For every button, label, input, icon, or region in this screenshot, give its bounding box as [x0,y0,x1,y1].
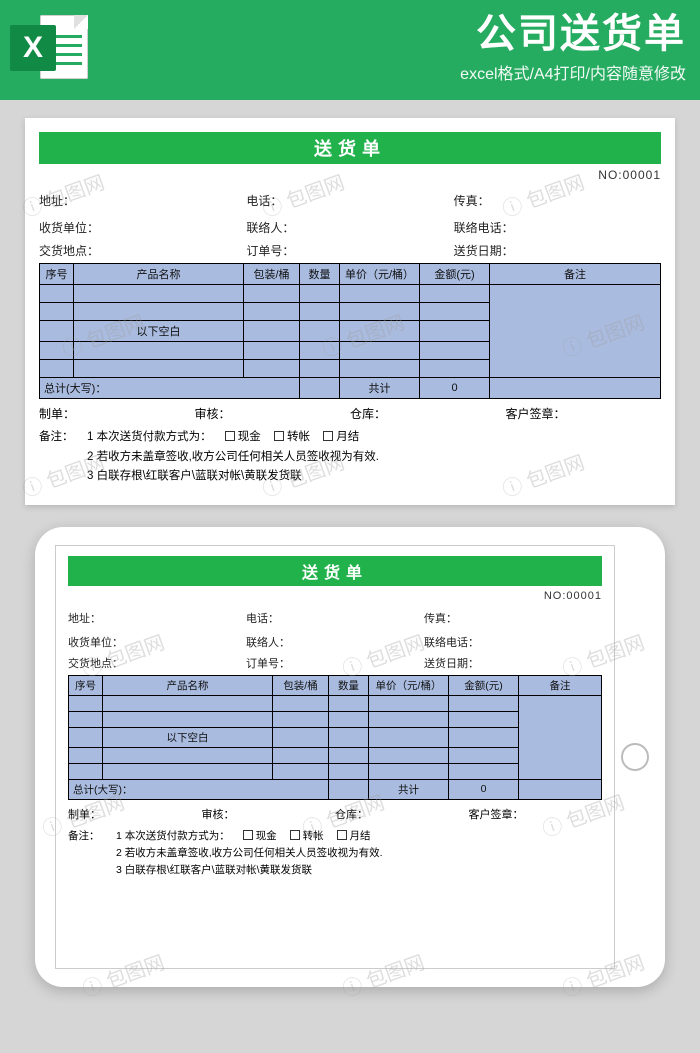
field-deliver-loc: 交货地点： [39,242,246,259]
col-price: 单价（元/桶） [340,264,420,285]
col-qty: 数量 [300,264,340,285]
sig-warehouse: 仓库： [350,405,506,422]
table-row [40,285,661,303]
info-row-3: 交货地点： 订单号： 送货日期： [39,242,661,259]
items-table: 序号 产品名称 包装/桶 数量 单价（元/桶） 金额(元) 备注 以下空白 总计… [39,263,661,399]
checkbox-transfer-icon [290,830,300,840]
doc-number: NO:00001 [68,590,602,602]
checkbox-monthly-icon [323,431,333,441]
doc-title: 送货单 [68,556,602,586]
opt-cash: 现金 [238,431,261,443]
total-value: 0 [420,378,490,399]
table-header-row: 序号 产品名称 包装/桶 数量 单价（元/桶） 金额(元) 备注 [40,264,661,285]
signature-row: 制单： 审核： 仓库： 客户签章： [68,806,602,822]
table-row [69,695,602,711]
table-header-row: 序号 产品名称 包装/桶 数量 单价（元/桶） 金额(元) 备注 [69,675,602,695]
field-phone: 电话： [246,192,453,209]
col-note: 备注 [490,264,661,285]
info-row-2: 收货单位： 联络人： 联络电话： [68,634,602,650]
checkbox-cash-icon [243,830,253,840]
page-title: 公司送货单 [460,12,686,56]
sig-maker: 制单： [39,405,195,422]
field-deliver-date: 送货日期： [454,242,661,259]
field-fax: 传真： [454,192,661,209]
checkbox-transfer-icon [274,431,284,441]
excel-x-badge: X [10,25,56,71]
document-preview-card: 送货单 NO:00001 地址： 电话： 传真： 收货单位： 联络人： 联络电话… [25,118,675,505]
page-header: X 公司送货单 excel格式/A4打印/内容随意修改 [0,0,700,100]
excel-file-icon: X [10,9,88,87]
checkbox-cash-icon [225,431,235,441]
doc-title: 送货单 [39,132,661,164]
total-label: 共计 [340,378,420,399]
items-table: 序号 产品名称 包装/桶 数量 单价（元/桶） 金额(元) 备注 以下空白 总计… [68,675,602,800]
col-pack: 包装/桶 [244,264,300,285]
tablet-mockup: 送货单 NO:00001 地址： 电话： 传真： 收货单位： 联络人： 联络电话… [35,527,665,987]
col-amt: 金额(元) [420,264,490,285]
notes-block: 备注： 1 本次送货付款方式为： 现金 转帐 月结 2 若收方未盖章签收,收方公… [68,828,602,880]
info-row-1: 地址： 电话： 传真： [68,610,602,626]
field-contact-phone: 联络电话： [454,219,661,236]
field-address: 地址： [39,192,246,209]
info-row-3: 交货地点： 订单号： 送货日期： [68,655,602,671]
sig-audit: 审核： [195,405,351,422]
opt-transfer: 转帐 [287,431,310,443]
signature-row: 制单： 审核： 仓库： 客户签章： [39,405,661,422]
table-total-row: 总计(大写)： 共计 0 [40,378,661,399]
field-recv-unit: 收货单位： [39,219,246,236]
col-seq: 序号 [40,264,74,285]
doc-number: NO:00001 [39,168,661,182]
notes-block: 备注： 1 本次送货付款方式为： 现金 转帐 月结 2 若收方未盖章签收,收方公… [39,428,661,487]
field-order-no: 订单号： [246,242,453,259]
blank-below-cell: 以下空白 [74,321,244,342]
notes-label: 备注： [39,428,87,448]
note-3: 3 白联存根\红联客户\蓝联对帐\黄联发货联 [87,467,302,487]
opt-monthly: 月结 [336,431,359,443]
page-subtitle: excel格式/A4打印/内容随意修改 [460,60,686,84]
field-contact: 联络人： [246,219,453,236]
col-name: 产品名称 [74,264,244,285]
checkbox-monthly-icon [337,830,347,840]
table-total-row: 总计(大写)： 共计 0 [69,779,602,799]
info-row-1: 地址： 电话： 传真： [39,192,661,209]
note-1-prefix: 1 本次送货付款方式为： [87,431,212,443]
note-2: 2 若收方未盖章签收,收方公司任何相关人员签收视为有效. [87,448,379,468]
info-row-2: 收货单位： 联络人： 联络电话： [39,219,661,236]
sig-customer: 客户签章： [506,405,662,422]
total-cn-label: 总计(大写)： [40,378,300,399]
tablet-screen: 送货单 NO:00001 地址： 电话： 传真： 收货单位： 联络人： 联络电话… [55,545,615,969]
